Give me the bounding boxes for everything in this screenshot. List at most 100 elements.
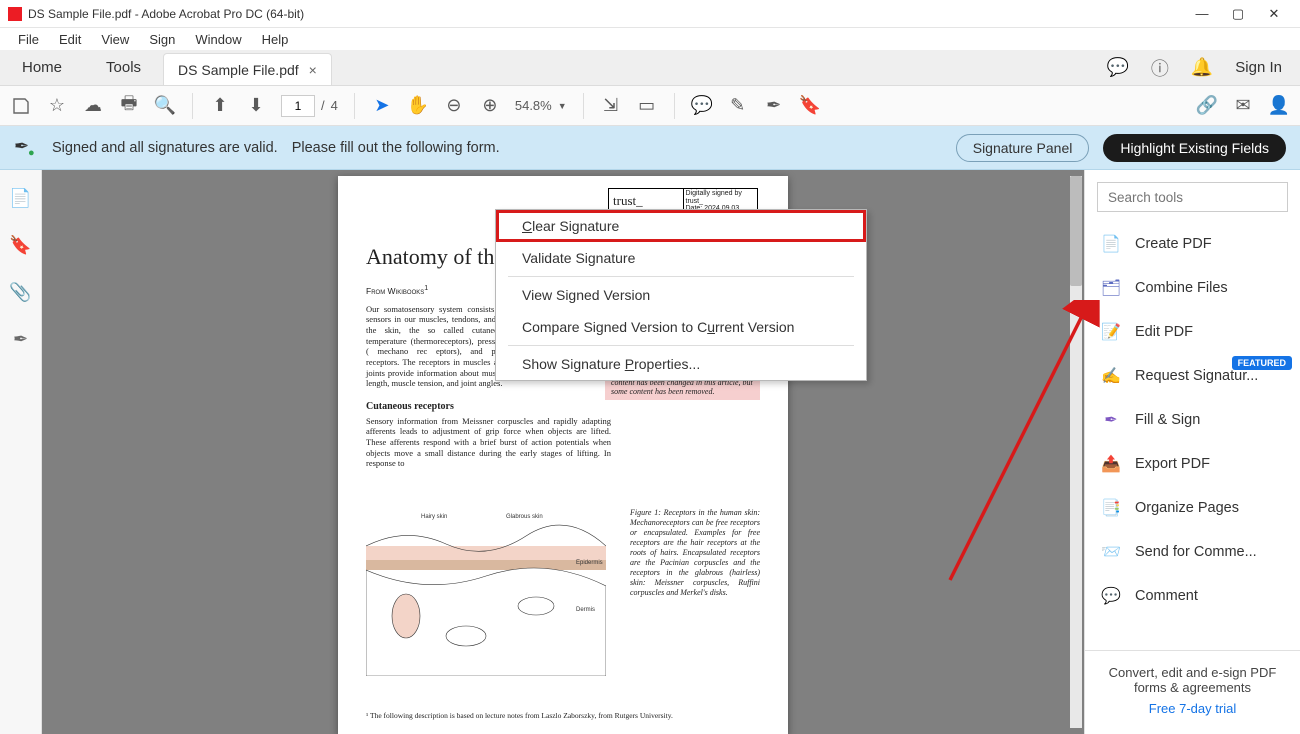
highlight-icon[interactable]: ✎ — [727, 95, 749, 117]
promo-text: Convert, edit and e-sign PDF forms & agr… — [1097, 665, 1288, 695]
menu-bar: File Edit View Sign Window Help — [0, 28, 1300, 50]
promo-trial-link[interactable]: Free 7-day trial — [1097, 701, 1288, 716]
stamp-icon[interactable]: 🔖 — [799, 95, 821, 117]
tool-combine-files[interactable]: 🗂Combine Files — [1085, 266, 1300, 310]
promo-box: Convert, edit and e-sign PDF forms & agr… — [1085, 650, 1300, 734]
tab-document-label: DS Sample File.pdf — [178, 62, 299, 78]
menu-sign[interactable]: Sign — [139, 30, 185, 49]
ctx-clear-signature[interactable]: CClear Signaturelear Signature — [496, 210, 866, 242]
menu-edit[interactable]: Edit — [49, 30, 91, 49]
tools-panel: ▶ 📄Create PDF 🗂Combine Files 📝Edit PDF F… — [1084, 170, 1300, 734]
menu-window[interactable]: Window — [185, 30, 251, 49]
signature-banner: Signed and all signatures are valid. Ple… — [0, 126, 1300, 170]
svg-text:Epidermis: Epidermis — [576, 560, 603, 566]
signature-valid-icon — [14, 136, 38, 160]
tool-comment[interactable]: 💬Comment — [1085, 574, 1300, 618]
annotation-arrow — [870, 300, 1100, 590]
window-title: DS Sample File.pdf - Adobe Acrobat Pro D… — [28, 7, 304, 21]
page-indicator: / 4 — [281, 95, 338, 117]
tool-edit-pdf[interactable]: 📝Edit PDF — [1085, 310, 1300, 354]
featured-badge: FEATURED — [1232, 356, 1292, 370]
ctx-view-signed-version[interactable]: View Signed Version — [496, 279, 866, 311]
search-icon[interactable]: 🔍 — [154, 95, 176, 117]
edit-pdf-icon: 📝 — [1101, 322, 1121, 342]
page-current-input[interactable] — [281, 95, 315, 117]
bell-icon[interactable]: 🔔 — [1191, 57, 1213, 78]
doc-figure-diagram: Hairy skin Glabrous skin Epidermis Dermi… — [366, 506, 606, 676]
help-icon[interactable]: ⓘ — [1151, 55, 1169, 81]
toolbar: ☆ ☁ 🖶 🔍 ⬆ ⬇ / 4 ➤ ✋ ⊖ ⊕ 54.8% ▼ ⇲ ▭ 💬 ✎ … — [0, 86, 1300, 126]
menu-help[interactable]: Help — [252, 30, 299, 49]
hand-icon[interactable]: ✋ — [407, 95, 429, 117]
svg-text:Glabrous skin: Glabrous skin — [506, 514, 543, 520]
export-pdf-icon: 📤 — [1101, 454, 1121, 474]
svg-text:Dermis: Dermis — [576, 607, 595, 613]
ctx-validate-signature[interactable]: Validate Signature — [496, 242, 866, 274]
send-comments-icon: 📨 — [1101, 542, 1121, 562]
close-window-button[interactable]: ✕ — [1256, 2, 1292, 26]
tool-organize-pages[interactable]: 📑Organize Pages — [1085, 486, 1300, 530]
acrobat-icon — [8, 7, 22, 21]
sign-icon[interactable]: ✒ — [763, 95, 785, 117]
share-icon[interactable]: 👤 — [1268, 95, 1290, 117]
tool-request-signatures[interactable]: FEATURED✍Request Signatur... — [1085, 354, 1300, 398]
zoom-out-icon[interactable]: ⊖ — [443, 95, 465, 117]
link-icon[interactable]: 🔗 — [1196, 95, 1218, 117]
comment-icon[interactable]: 💬 — [691, 95, 713, 117]
fill-sign-icon: ✒ — [1101, 410, 1121, 430]
tool-send-comments[interactable]: 📨Send for Comme... — [1085, 530, 1300, 574]
attachment-icon[interactable]: 📎 — [9, 282, 31, 303]
doc-paragraph-2: Sensory information from Meissner corpus… — [366, 416, 611, 469]
organize-pages-icon: 📑 — [1101, 498, 1121, 518]
fit-width-icon[interactable]: ⇲ — [600, 95, 622, 117]
signature-context-menu: CClear Signaturelear Signature Validate … — [495, 209, 867, 381]
email-icon[interactable]: ✉ — [1232, 95, 1254, 117]
ctx-compare-signed-version[interactable]: Compare Signed Version to Current Versio… — [496, 311, 866, 343]
cloud-icon[interactable]: ☁ — [82, 95, 104, 117]
tool-fill-sign[interactable]: ✒Fill & Sign — [1085, 398, 1300, 442]
menu-file[interactable]: File — [8, 30, 49, 49]
tab-document[interactable]: DS Sample File.pdf × — [163, 53, 332, 85]
zoom-level[interactable]: 54.8% ▼ — [515, 98, 567, 113]
page-down-icon[interactable]: ⬇ — [245, 95, 267, 117]
signature-panel-button[interactable]: Signature Panel — [956, 134, 1090, 162]
tab-tools[interactable]: Tools — [84, 50, 163, 85]
page-up-icon[interactable]: ⬆ — [209, 95, 231, 117]
banner-text-2: Please fill out the following form. — [292, 140, 500, 156]
tab-home[interactable]: Home — [0, 50, 84, 85]
create-pdf-icon: 📄 — [1101, 234, 1121, 254]
combine-files-icon: 🗂 — [1101, 278, 1121, 298]
doc-footnote: ¹ The following description is based on … — [366, 711, 760, 720]
doc-figure-caption: Figure 1: Receptors in the human skin: M… — [630, 508, 760, 598]
print-icon[interactable]: 🖶 — [118, 95, 140, 117]
highlight-fields-button[interactable]: Highlight Existing Fields — [1103, 134, 1286, 162]
signin-button[interactable]: Sign In — [1235, 59, 1282, 76]
save-icon[interactable] — [10, 95, 32, 117]
svg-text:Hairy skin: Hairy skin — [421, 514, 447, 520]
tab-close-icon[interactable]: × — [309, 62, 317, 78]
left-nav: 📄 🔖 📎 ✒ ◀ — [0, 170, 42, 734]
notification-icon[interactable]: 💬 — [1106, 57, 1128, 78]
tabs-row: Home Tools DS Sample File.pdf × 💬 ⓘ 🔔 Si… — [0, 50, 1300, 86]
maximize-button[interactable]: ▢ — [1220, 2, 1256, 26]
signature-nav-icon[interactable]: ✒ — [13, 329, 28, 350]
comment-tool-icon: 💬 — [1101, 586, 1121, 606]
minimize-button[interactable]: ― — [1184, 2, 1220, 26]
page-sep: / — [321, 98, 325, 113]
zoom-in-icon[interactable]: ⊕ — [479, 95, 501, 117]
banner-text-1: Signed and all signatures are valid. — [52, 140, 278, 156]
search-tools-input[interactable] — [1097, 182, 1288, 212]
tool-export-pdf[interactable]: 📤Export PDF — [1085, 442, 1300, 486]
star-icon[interactable]: ☆ — [46, 95, 68, 117]
menu-view[interactable]: View — [91, 30, 139, 49]
scrollbar-thumb[interactable] — [1070, 176, 1082, 286]
tool-create-pdf[interactable]: 📄Create PDF — [1085, 222, 1300, 266]
doc-paragraph-1: Our somatosensory system consists of sen… — [366, 304, 506, 389]
ctx-signature-properties[interactable]: Show Signature Properties... — [496, 348, 866, 380]
thumbnails-icon[interactable]: 📄 — [9, 188, 31, 209]
bookmark-icon[interactable]: 🔖 — [9, 235, 31, 256]
fit-page-icon[interactable]: ▭ — [636, 95, 658, 117]
doc-subheading: Cutaneous receptors — [366, 401, 760, 412]
title-bar: DS Sample File.pdf - Adobe Acrobat Pro D… — [0, 0, 1300, 28]
select-icon[interactable]: ➤ — [371, 95, 393, 117]
